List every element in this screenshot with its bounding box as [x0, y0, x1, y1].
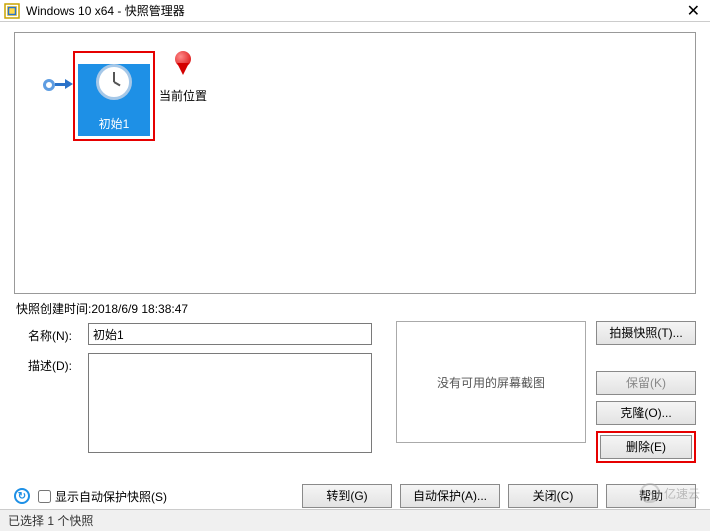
status-text: 已选择 1 个快照 [8, 512, 93, 529]
snapshot-selection-highlight: 初始1 [73, 51, 155, 141]
clock-icon [96, 64, 132, 100]
name-input[interactable] [88, 323, 372, 345]
close-icon[interactable]: ✕ [681, 1, 706, 21]
snapshot-node[interactable]: 初始1 [78, 64, 150, 136]
screenshot-preview: 没有可用的屏幕截图 [396, 321, 586, 443]
description-input[interactable] [88, 353, 372, 453]
delete-button-highlight: 删除(E) [596, 431, 696, 463]
clone-button[interactable]: 克隆(O)... [596, 401, 696, 425]
take-snapshot-button[interactable]: 拍摄快照(T)... [596, 321, 696, 345]
watermark-text: 亿速云 [664, 485, 700, 502]
close-button[interactable]: 关闭(C) [508, 484, 598, 508]
name-label: 名称(N): [28, 323, 88, 344]
snapshot-created-time: 快照创建时间:2018/6/9 18:38:47 [16, 300, 710, 317]
autoprotect-icon: ↻ [14, 488, 30, 504]
show-autoprotect-label: 显示自动保护快照(S) [55, 488, 167, 505]
current-position-label: 当前位置 [159, 87, 207, 104]
goto-button[interactable]: 转到(G) [302, 484, 392, 508]
pin-icon[interactable] [173, 51, 193, 79]
show-autoprotect-checkbox-input[interactable] [38, 490, 51, 503]
root-node[interactable] [43, 79, 55, 91]
snapshot-tree[interactable]: 初始1 当前位置 [14, 32, 696, 294]
no-screenshot-text: 没有可用的屏幕截图 [437, 374, 545, 391]
watermark: 亿速云 [640, 483, 700, 503]
autoprotect-button[interactable]: 自动保护(A)... [400, 484, 500, 508]
app-icon [4, 3, 20, 19]
snapshot-node-label: 初始1 [78, 115, 150, 132]
watermark-logo-icon [640, 483, 660, 503]
description-label: 描述(D): [28, 353, 88, 374]
delete-button[interactable]: 删除(E) [600, 435, 692, 459]
arrow-icon [65, 79, 73, 89]
window-title: Windows 10 x64 - 快照管理器 [26, 2, 185, 19]
connector-line [55, 83, 65, 86]
show-autoprotect-checkbox[interactable]: 显示自动保护快照(S) [38, 488, 294, 505]
keep-button: 保留(K) [596, 371, 696, 395]
